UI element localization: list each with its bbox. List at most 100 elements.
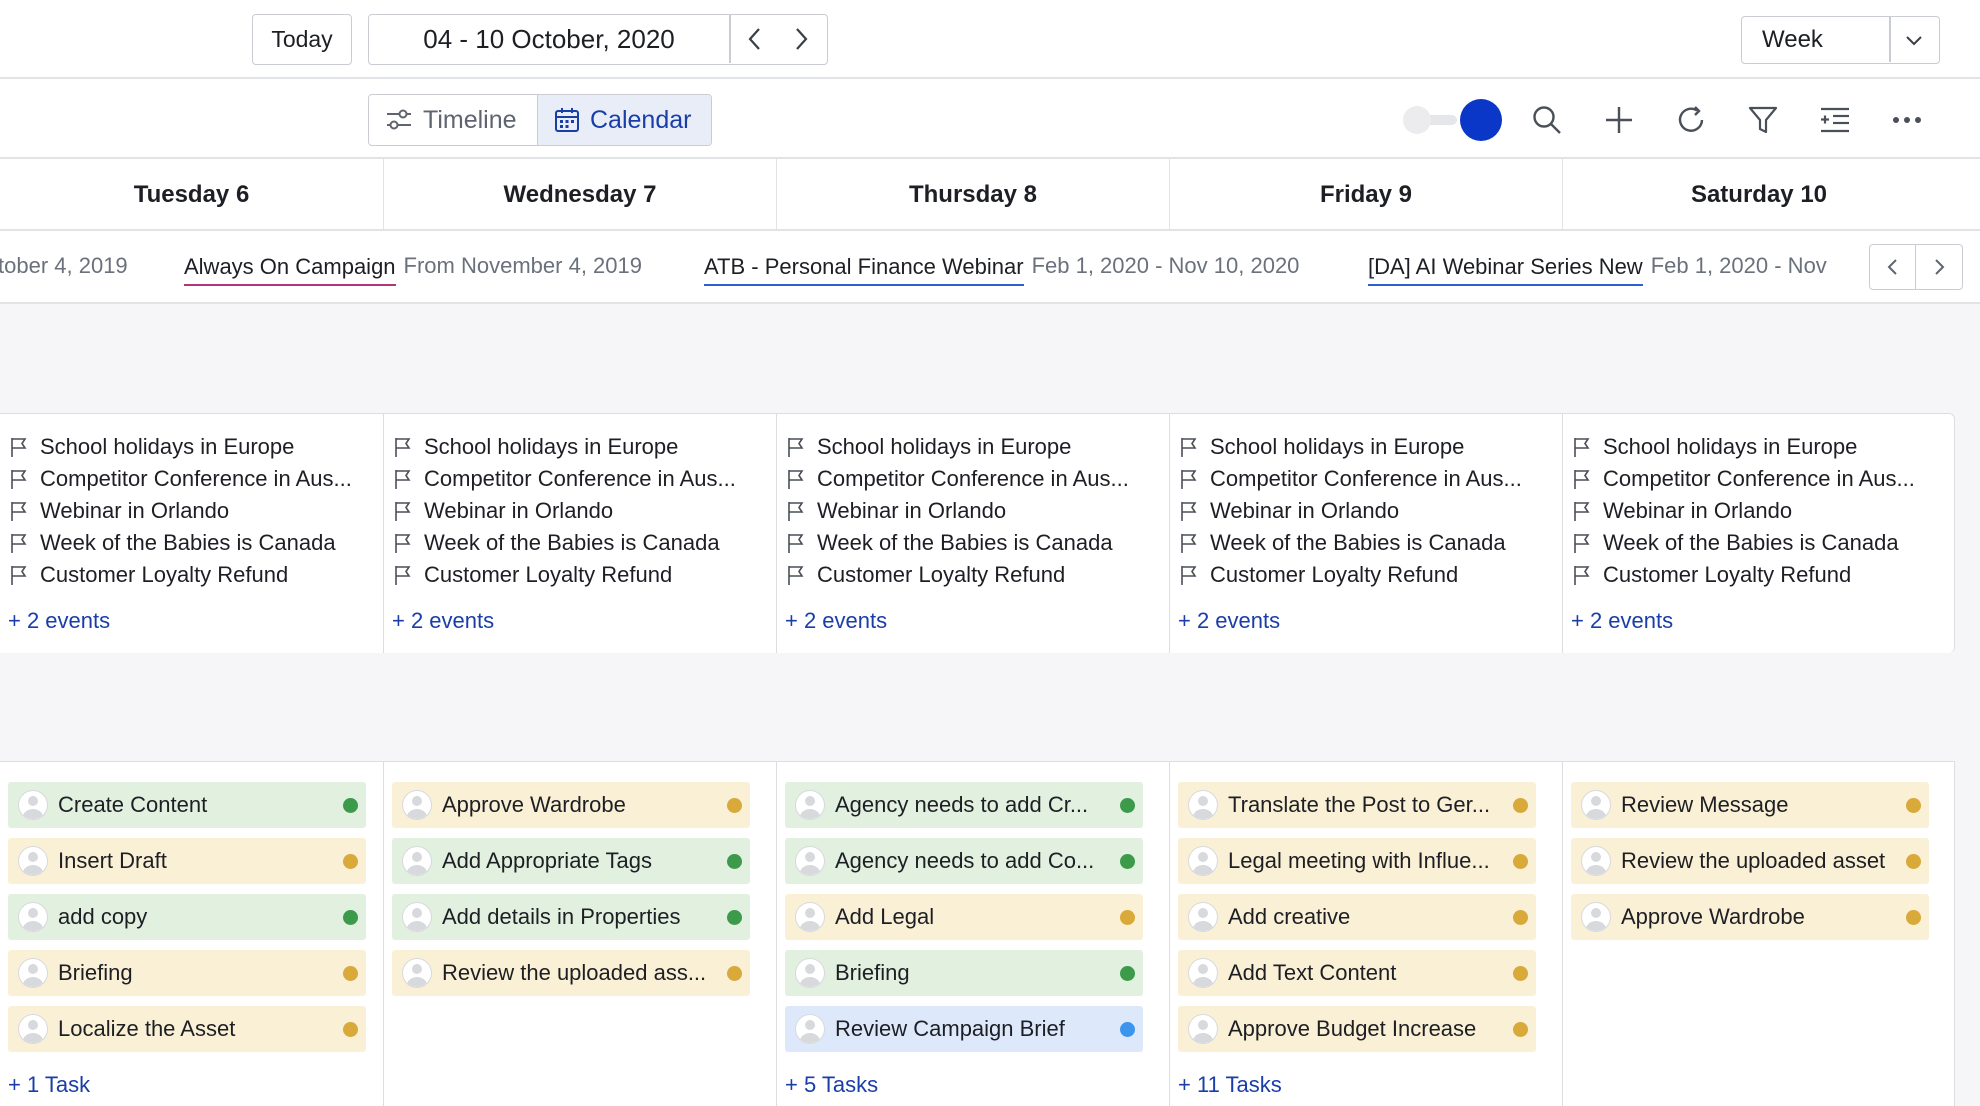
more-events-link[interactable]: + 2 events [392, 608, 494, 634]
campaign-item[interactable]: ATB - Personal Finance Webinar Feb 1, 20… [704, 231, 1299, 301]
view-mode-dropdown[interactable] [1890, 17, 1938, 62]
avatar [795, 846, 825, 876]
task-column: Approve Wardrobe Add Appropriate Tags Add … [384, 761, 777, 1106]
list-settings-button[interactable] [1815, 100, 1855, 140]
day-header[interactable]: Friday 9 [1170, 159, 1563, 231]
event-item[interactable]: Week of the Babies is Canada [392, 528, 771, 558]
event-item[interactable]: Competitor Conference in Aus... [1571, 464, 1949, 494]
task-card[interactable]: Localize the Asset [8, 1006, 366, 1052]
view-mode-select[interactable]: Week [1741, 16, 1940, 64]
campaign-item[interactable]: Always On Campaign From November 4, 2019 [184, 231, 642, 301]
event-item[interactable]: Customer Loyalty Refund [392, 560, 771, 590]
event-item[interactable]: Customer Loyalty Refund [1571, 560, 1949, 590]
avatar [1581, 846, 1611, 876]
event-item[interactable]: School holidays in Europe [1178, 432, 1557, 462]
previous-week-button[interactable] [731, 15, 779, 63]
campaign-dates: tober 4, 2019 [0, 253, 128, 278]
task-card[interactable]: Insert Draft [8, 838, 366, 884]
event-item[interactable]: Customer Loyalty Refund [785, 560, 1164, 590]
list-settings-icon [1821, 107, 1849, 133]
task-card[interactable]: Add Appropriate Tags [392, 838, 750, 884]
day-header[interactable]: Saturday 10 [1563, 159, 1955, 231]
more-options-button[interactable] [1887, 100, 1927, 140]
task-card[interactable]: Legal meeting with Influe... [1178, 838, 1536, 884]
task-card[interactable]: Translate the Post to Ger... [1178, 782, 1536, 828]
more-icon [1893, 117, 1921, 123]
task-card[interactable]: Create Content [8, 782, 366, 828]
event-item[interactable]: Competitor Conference in Aus... [8, 464, 378, 494]
more-tasks-link[interactable]: + 5 Tasks [785, 1072, 878, 1098]
task-card[interactable]: Approve Wardrobe [392, 782, 750, 828]
event-item[interactable]: Week of the Babies is Canada [785, 528, 1164, 558]
task-card[interactable]: Add Text Content [1178, 950, 1536, 996]
status-dot [1120, 1021, 1135, 1037]
event-item[interactable]: Week of the Babies is Canada [1178, 528, 1557, 558]
more-tasks-link[interactable]: + 11 Tasks [1178, 1072, 1282, 1098]
tab-timeline[interactable]: Timeline [369, 95, 538, 145]
event-item[interactable]: School holidays in Europe [392, 432, 771, 462]
add-button[interactable] [1599, 100, 1639, 140]
event-label: School holidays in Europe [40, 434, 295, 459]
event-item[interactable]: Competitor Conference in Aus... [1178, 464, 1557, 494]
task-card[interactable]: Briefing [8, 950, 366, 996]
task-card[interactable]: Add details in Properties [392, 894, 750, 940]
more-tasks-link[interactable]: + 1 Task [8, 1072, 90, 1098]
task-card[interactable]: Review the uploaded asset [1571, 838, 1929, 884]
task-card[interactable]: Review the uploaded ass... [392, 950, 750, 996]
event-item[interactable]: Webinar in Orlando [785, 496, 1164, 526]
campaign-next-button[interactable] [1915, 244, 1963, 290]
more-events-link[interactable]: + 2 events [785, 608, 887, 634]
task-card[interactable]: Review Campaign Brief [785, 1006, 1143, 1052]
event-item[interactable]: Webinar in Orlando [8, 496, 378, 526]
event-item[interactable]: Webinar in Orlando [392, 496, 771, 526]
event-item[interactable]: Webinar in Orlando [1571, 496, 1949, 526]
flag-icon [395, 502, 411, 521]
task-card[interactable]: Add Legal [785, 894, 1143, 940]
more-events-link[interactable]: + 2 events [8, 608, 110, 634]
task-card[interactable]: Add creative [1178, 894, 1536, 940]
status-dot [727, 965, 742, 981]
event-item[interactable]: Competitor Conference in Aus... [392, 464, 771, 494]
date-range-label[interactable]: 04 - 10 October, 2020 [369, 15, 729, 63]
more-events-link[interactable]: + 2 events [1178, 608, 1280, 634]
task-card[interactable]: Approve Budget Increase [1178, 1006, 1536, 1052]
more-events-link[interactable]: + 2 events [1571, 608, 1673, 634]
task-label: Briefing [58, 960, 133, 985]
event-item[interactable]: Competitor Conference in Aus... [785, 464, 1164, 494]
event-item[interactable]: Customer Loyalty Refund [1178, 560, 1557, 590]
campaign-item[interactable]: tober 4, 2019 [0, 231, 128, 301]
chevron-left-icon [748, 28, 760, 50]
today-button[interactable]: Today [252, 14, 352, 65]
task-card[interactable]: add copy [8, 894, 366, 940]
status-dot [1120, 909, 1135, 925]
event-item[interactable]: Customer Loyalty Refund [8, 560, 378, 590]
event-item[interactable]: School holidays in Europe [1571, 432, 1949, 462]
event-label: Webinar in Orlando [424, 498, 614, 523]
day-header[interactable]: Thursday 8 [777, 159, 1170, 231]
tab-calendar[interactable]: Calendar [538, 95, 711, 145]
next-week-button[interactable] [777, 15, 825, 63]
plus-icon [1606, 107, 1632, 133]
event-item[interactable]: School holidays in Europe [785, 432, 1164, 462]
campaign-item[interactable]: [DA] AI Webinar Series New Feb 1, 2020 -… [1368, 231, 1827, 301]
event-item[interactable]: School holidays in Europe [8, 432, 378, 462]
campaign-prev-button[interactable] [1869, 244, 1917, 290]
day-header[interactable]: Tuesday 6 [0, 159, 384, 231]
refresh-button[interactable] [1671, 100, 1711, 140]
search-button[interactable] [1527, 100, 1567, 140]
event-item[interactable]: Week of the Babies is Canada [8, 528, 378, 558]
task-card[interactable]: Briefing [785, 950, 1143, 996]
toggle-knob[interactable] [1460, 99, 1502, 141]
event-label: Customer Loyalty Refund [40, 562, 289, 587]
task-card[interactable]: Agency needs to add Co... [785, 838, 1143, 884]
task-card[interactable]: Approve Wardrobe [1571, 894, 1929, 940]
task-card[interactable]: Review Message [1571, 782, 1929, 828]
toggle-switch[interactable] [1403, 101, 1465, 139]
event-item[interactable]: Webinar in Orlando [1178, 496, 1557, 526]
task-column: Agency needs to add Cr... Agency needs to… [777, 761, 1170, 1106]
event-item[interactable]: Week of the Babies is Canada [1571, 528, 1949, 558]
filter-button[interactable] [1743, 100, 1783, 140]
task-card[interactable]: Agency needs to add Cr... [785, 782, 1143, 828]
day-header[interactable]: Wednesday 7 [384, 159, 777, 231]
task-label: Review the uploaded asset [1621, 848, 1886, 873]
